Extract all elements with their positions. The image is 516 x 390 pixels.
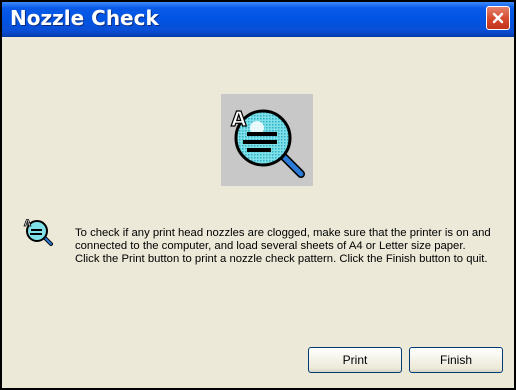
nozzle-check-magnifier-icon: A	[230, 106, 305, 178]
title-bar[interactable]: Nozzle Check	[2, 2, 514, 37]
print-button[interactable]: Print	[308, 347, 402, 373]
nozzle-check-illustration: A	[221, 94, 313, 186]
finish-button[interactable]: Finish	[409, 347, 503, 373]
svg-text:A: A	[231, 107, 247, 131]
instructions-text: To check if any print head nozzles are c…	[75, 227, 491, 266]
close-icon	[492, 12, 504, 24]
nozzle-check-dialog: Nozzle Check A A To check if any print h…	[0, 0, 516, 390]
nozzle-check-small-icon: A	[24, 219, 53, 246]
close-button[interactable]	[486, 6, 510, 30]
svg-text:A: A	[24, 219, 31, 229]
dialog-body: A A To check if any print head nozzles a…	[2, 37, 514, 388]
window-title: Nozzle Check	[10, 6, 159, 30]
message-icon-wrapper: A	[22, 215, 54, 247]
